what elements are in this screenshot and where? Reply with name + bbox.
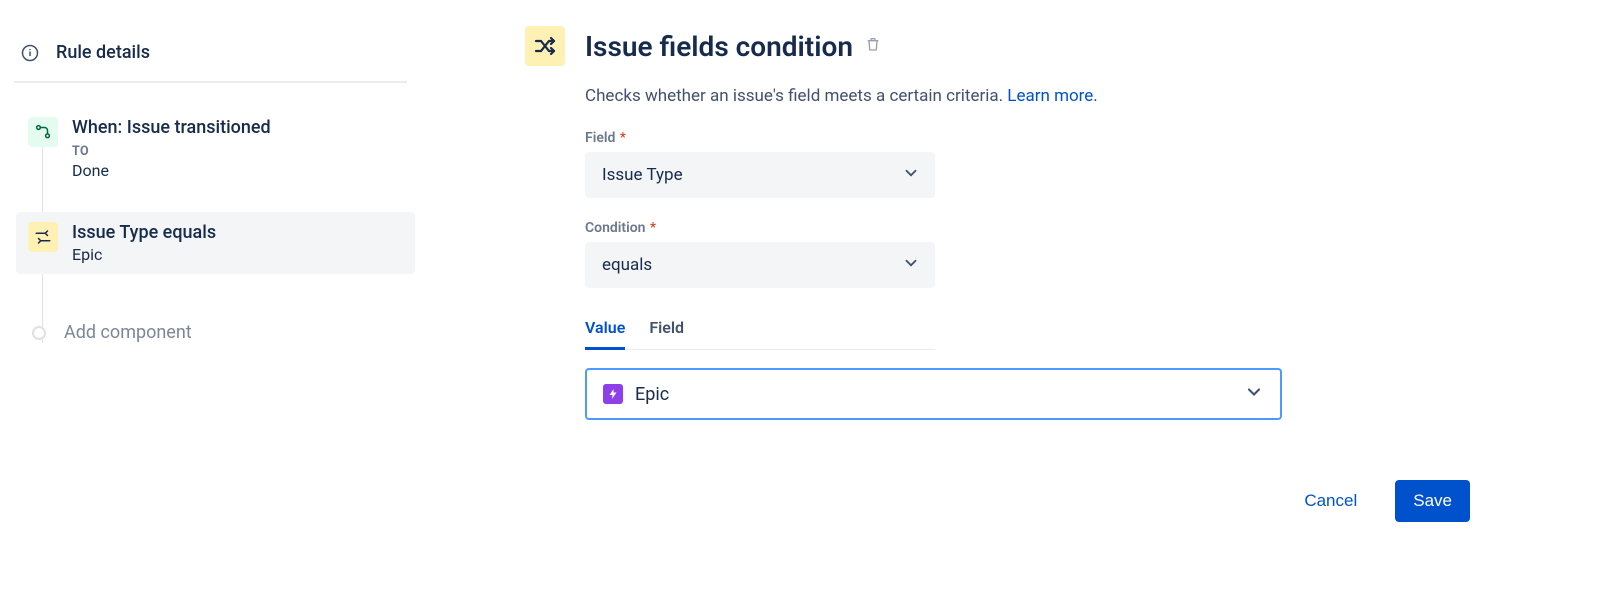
- field-label-text: Field: [585, 130, 615, 146]
- condition-icon: [28, 222, 58, 252]
- rule-step-subvalue: Done: [72, 161, 403, 180]
- chevron-down-icon: [902, 254, 920, 277]
- rule-details-label: Rule details: [56, 42, 150, 63]
- tab-field[interactable]: Field: [649, 310, 684, 349]
- field-select-value: Issue Type: [602, 165, 683, 185]
- value-select-value: Epic: [635, 384, 669, 405]
- rule-step-title: Issue Type equals: [72, 222, 403, 243]
- condition-select-value: equals: [602, 255, 652, 275]
- condition-label-text: Condition: [585, 220, 646, 236]
- learn-more-link[interactable]: Learn more.: [1007, 86, 1098, 106]
- field-select[interactable]: Issue Type: [585, 152, 935, 198]
- rule-sidebar: Rule details When: Issue transitioned TO…: [0, 20, 415, 609]
- save-button[interactable]: Save: [1395, 480, 1470, 522]
- shuffle-icon: [525, 26, 565, 66]
- condition-config-panel: Issue fields condition Checks whether an…: [415, 20, 1600, 609]
- rule-step-condition[interactable]: Issue Type equals Epic: [16, 212, 415, 274]
- chevron-down-icon: [902, 164, 920, 187]
- rule-details-row[interactable]: Rule details: [12, 36, 415, 81]
- info-icon: [20, 43, 40, 63]
- rule-step-subvalue: Epic: [72, 245, 403, 264]
- rule-step-title: When: Issue transitioned: [72, 117, 403, 138]
- panel-description: Checks whether an issue's field meets a …: [585, 86, 1470, 106]
- rule-step-sublabel: TO: [72, 144, 403, 159]
- delete-icon[interactable]: [865, 36, 881, 56]
- epic-icon: [603, 384, 623, 404]
- panel-title: Issue fields condition: [585, 30, 853, 63]
- value-select[interactable]: Epic: [585, 368, 1282, 420]
- add-component-label: Add component: [64, 322, 192, 343]
- condition-select[interactable]: equals: [585, 242, 935, 288]
- trigger-icon: [28, 117, 58, 147]
- cancel-button[interactable]: Cancel: [1286, 480, 1375, 522]
- add-component-dot-icon: [32, 326, 46, 340]
- field-label: Field *: [585, 130, 1470, 146]
- tab-value[interactable]: Value: [585, 310, 625, 350]
- rule-timeline: When: Issue transitioned TO Done Issue T…: [12, 107, 415, 343]
- chevron-down-icon: [1244, 382, 1264, 407]
- condition-label: Condition *: [585, 220, 1470, 236]
- sidebar-divider: [14, 81, 407, 83]
- compare-mode-tabs: Value Field: [585, 310, 935, 350]
- add-component-button[interactable]: Add component: [16, 322, 415, 343]
- rule-step-trigger[interactable]: When: Issue transitioned TO Done: [16, 107, 415, 190]
- panel-description-text: Checks whether an issue's field meets a …: [585, 86, 1007, 106]
